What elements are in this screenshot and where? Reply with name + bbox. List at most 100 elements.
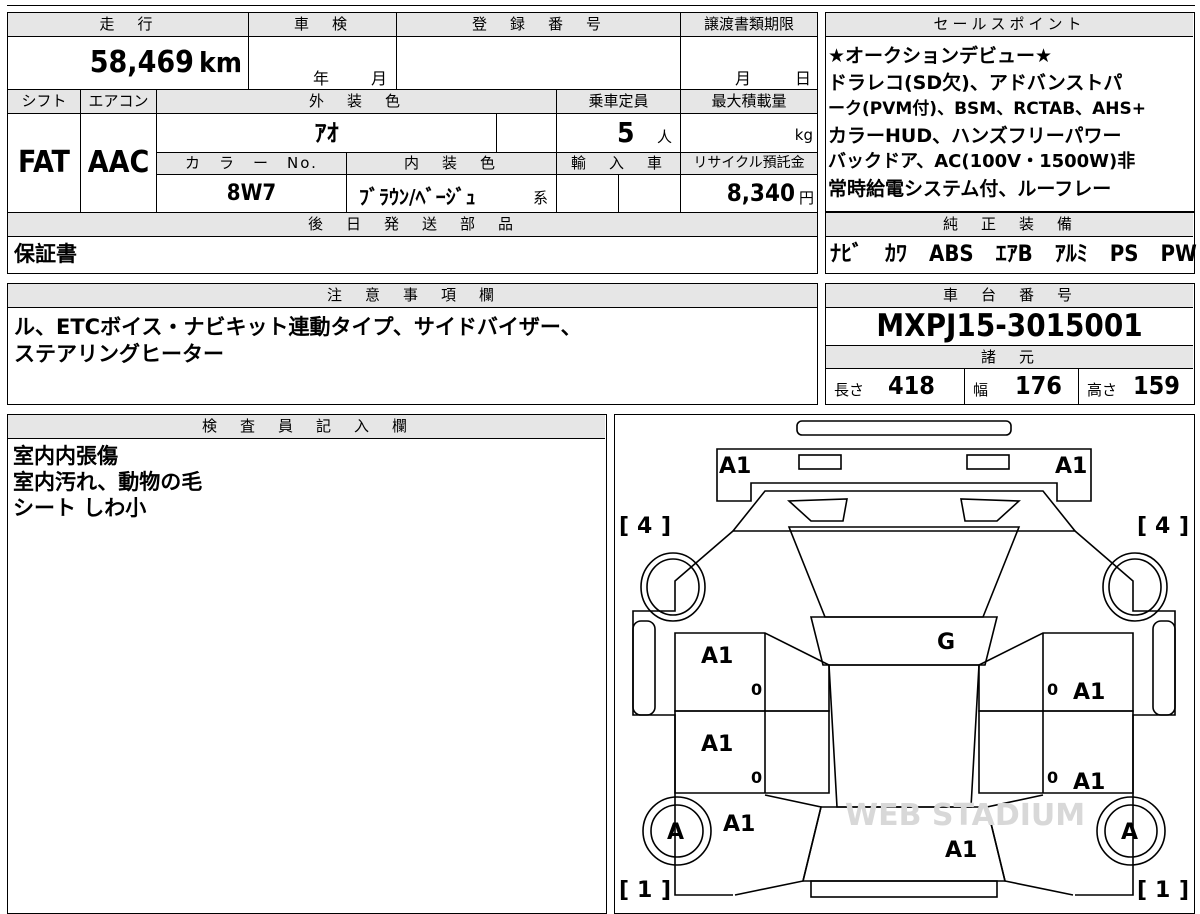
watermark: WEB STADIUM <box>845 798 1085 833</box>
svg-text:[: [ <box>1137 514 1147 539</box>
rear-quarter-left <box>734 794 822 896</box>
width-label: 幅 <box>973 381 989 399</box>
wheel-fl-inner <box>646 558 700 616</box>
transfer-month: 月 <box>735 69 752 88</box>
tire-rr: 1 <box>1155 878 1170 903</box>
svg-text:[: [ <box>619 514 629 539</box>
inspector-label: 検 査 員 記 入 欄 <box>8 415 605 439</box>
length-value: 418 <box>888 371 935 400</box>
notes-label: 注 意 事 項 欄 <box>8 284 817 308</box>
capacity-number: 5 <box>617 116 635 149</box>
mark-front-door-left: A1 <box>701 644 733 669</box>
tire-fr: 4 <box>1155 514 1170 539</box>
int-color-value: ﾌﾞﾗｳﾝ/ﾍﾞｰｼﾞｭ 系 <box>346 175 556 212</box>
mark-front-right: A1 <box>1055 454 1087 479</box>
wheel-fr-inner <box>1108 558 1162 616</box>
mirror-right <box>1152 620 1176 716</box>
transfer-deadline-value: 月 日 <box>680 37 817 89</box>
mark-small-0b: 0 <box>751 768 762 787</box>
top-strip <box>7 0 1195 6</box>
transfer-day: 日 <box>795 69 812 88</box>
sales-points-text: ★オークションデビュー★ ドラレコ(SD欠)、アドバンストパ ーク(PVM付)、… <box>828 43 1192 202</box>
mileage-number: 58,469 <box>89 45 194 80</box>
max-load-value: kg <box>680 114 817 152</box>
int-color-text: ﾌﾞﾗｳﾝ/ﾍﾞｰｼﾞｭ <box>359 185 476 209</box>
recycle-label: リサイクル預託金 <box>680 153 817 175</box>
sales-points-label: セールスポイント <box>826 13 1193 37</box>
import-value <box>556 175 618 212</box>
svg-text:]: ] <box>1179 514 1189 539</box>
shaken-label: 車 検 <box>248 13 396 37</box>
shaken-value: 年 月 <box>248 37 396 89</box>
sales-line-6: 常時給電システム付、ルーフレー <box>828 177 1112 200</box>
spec-width: 幅 176 <box>964 369 1078 404</box>
equipment-box: 純 正 装 備 ﾅﾋﾞ ｶﾜ ABS ｴｱB ｱﾙﾐ PS PW <box>825 212 1197 274</box>
import-label: 輸 入 車 <box>556 153 680 175</box>
front-door-right <box>978 632 1134 712</box>
inspector-line-1: 室内内張傷 <box>13 444 118 468</box>
height-value: 159 <box>1133 371 1180 400</box>
tire-fl: 4 <box>637 514 652 539</box>
svg-text:]: ] <box>661 878 671 903</box>
ac-label: エアコン <box>80 90 156 114</box>
mileage-label: 走 行 <box>8 13 248 37</box>
sales-line-5: バックドア、AC(100V・1500W)非 <box>828 151 1136 172</box>
car-diagram: A1 A1 G A1 A1 A1 A1 A1 A1 A A 0 0 0 0 [ … <box>619 420 1189 903</box>
mark-hood: G <box>937 630 955 655</box>
shaken-month: 月 <box>371 69 388 88</box>
inspector-box: 検 査 員 記 入 欄 室内内張傷 室内汚れ、動物の毛 シート しわ小 <box>7 414 607 914</box>
equipment-label: 純 正 装 備 <box>826 213 1193 237</box>
sales-points-box: セールスポイント ★オークションデビュー★ ドラレコ(SD欠)、アドバンストパ … <box>825 12 1195 212</box>
shift-label: シフト <box>8 90 80 114</box>
svg-text:]: ] <box>1179 878 1189 903</box>
mark-front-door-right: A1 <box>1073 680 1105 705</box>
inspector-line-3: シート しわ小 <box>13 496 147 520</box>
chassis-number: MXPJ15-3015001 <box>876 308 1143 344</box>
registration-label: 登 録 番 号 <box>396 13 680 37</box>
transfer-deadline-label: 譲渡書類期限 <box>680 13 817 37</box>
sales-line-1: ★オークションデビュー★ <box>828 45 1053 67</box>
mark-small-0d: 0 <box>1047 768 1058 787</box>
length-label: 長さ <box>834 381 865 399</box>
color-no-value: 8W7 <box>156 175 346 212</box>
roof <box>828 664 980 808</box>
chassis-label: 車 台 番 号 <box>826 284 1193 308</box>
front-bumper-bar <box>796 420 1012 436</box>
recycle-number: 8,340 <box>726 179 795 207</box>
import-value-2 <box>618 175 680 212</box>
hood <box>787 526 1021 618</box>
rear-bumper <box>810 880 998 898</box>
int-color-suffix: 系 <box>533 189 549 207</box>
equipment-value: ﾅﾋﾞ ｶﾜ ABS ｴｱB ｱﾙﾐ PS PW <box>830 242 1197 267</box>
car-diagram-box: A1 A1 G A1 A1 A1 A1 A1 A1 A A 0 0 0 0 [ … <box>614 414 1195 914</box>
svg-text:]: ] <box>661 514 671 539</box>
notes-line-1: ル、ETCボイス・ナビキット連動タイプ、サイドバイザー、 <box>14 315 582 339</box>
shift-value: FAT <box>18 145 70 180</box>
notes-line-2: ステアリングヒーター <box>14 342 224 366</box>
mark-front-left: A1 <box>719 454 751 479</box>
inspector-text: 室内内張傷 室内汚れ、動物の毛 シート しわ小 <box>13 443 593 521</box>
capacity-label: 乗車定員 <box>556 90 680 114</box>
notes-box: 注 意 事 項 欄 ル、ETCボイス・ナビキット連動タイプ、サイドバイザー、 ス… <box>7 283 818 405</box>
spec-height: 高さ 159 <box>1078 369 1193 404</box>
vehicle-info-table: 走 行 車 検 登 録 番 号 譲渡書類期限 58,469 km 年 月 月 日… <box>7 12 818 274</box>
headlight-right <box>966 454 1010 470</box>
inspector-line-2: 室内汚れ、動物の毛 <box>13 470 203 494</box>
sales-line-3: ーク(PVM付)、BSM、RCTAB、AHS+ <box>828 99 1147 119</box>
capacity-value: 5 人 <box>556 114 680 152</box>
grille <box>787 498 1021 522</box>
max-load-label: 最大積載量 <box>680 90 817 114</box>
hood-outline <box>731 490 1077 532</box>
later-parts-label: 後 日 発 送 部 品 <box>8 213 817 237</box>
windshield <box>809 616 999 666</box>
front-door-left <box>674 632 830 712</box>
color-no-label: カ ラ ー No. <box>156 153 346 175</box>
mark-wheel-rl: A <box>667 820 684 845</box>
ac-value: AAC <box>80 114 156 212</box>
mark-small-0a: 0 <box>751 680 762 699</box>
svg-text:[: [ <box>1137 878 1147 903</box>
later-parts-value: 保証書 <box>14 242 77 266</box>
ext-color-label: 外 装 色 <box>156 90 556 114</box>
mark-small-0c: 0 <box>1047 680 1058 699</box>
mirror-left <box>632 620 656 716</box>
